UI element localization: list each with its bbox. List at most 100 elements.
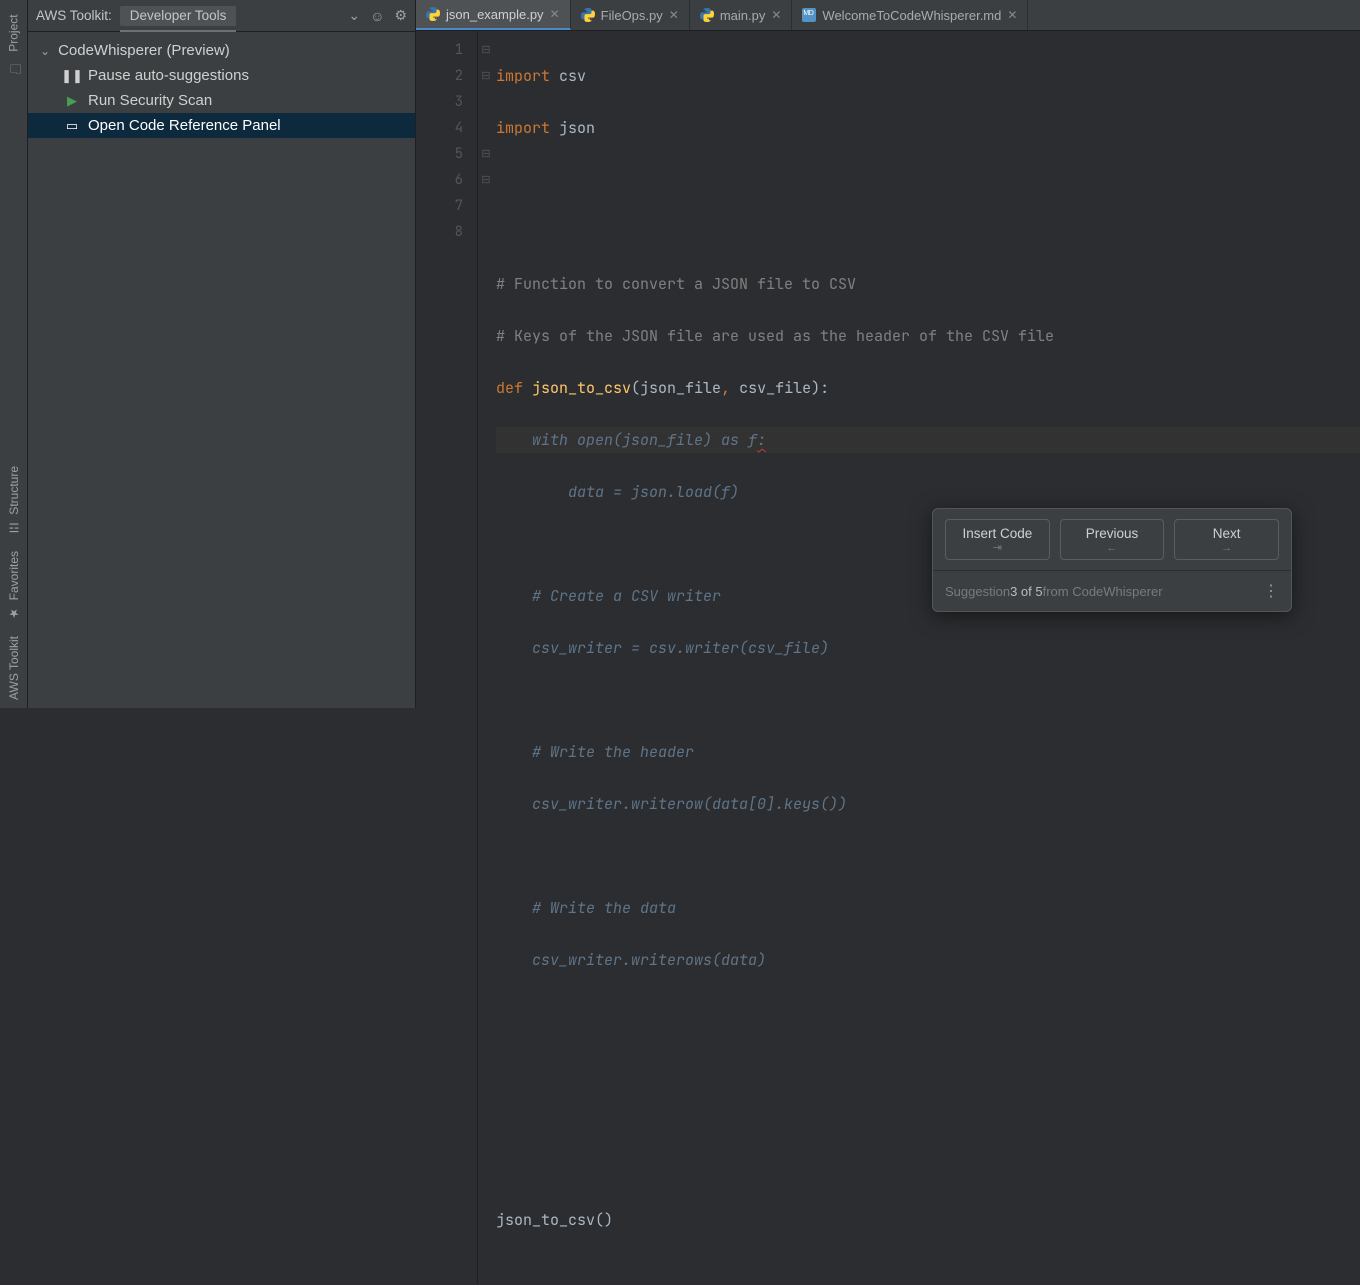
gear-icon[interactable]: ⚙: [394, 7, 407, 24]
rail-favorites-label: Favorites: [7, 551, 21, 600]
markdown-icon: [802, 8, 816, 22]
suggestion-popup: Insert Code ⇥ Previous ← Next → Suggesti…: [932, 508, 1292, 612]
close-icon[interactable]: ✕: [669, 8, 679, 22]
rail-project-label: Project: [7, 14, 21, 51]
code-text: import: [496, 118, 550, 138]
tab-key-icon: ⇥: [950, 542, 1045, 555]
code-text: csv: [550, 66, 586, 86]
code-text: ,: [721, 378, 739, 398]
code-text: ):: [811, 378, 829, 398]
popup-footer: Suggestion 3 of 5 from CodeWhisperer ⋮: [933, 570, 1291, 611]
rail-favorites[interactable]: ★ Favorites: [7, 543, 21, 628]
suggestion-text: csv_writer = csv.writer(csv_file): [496, 638, 829, 658]
rail-toolkit-label: AWS Toolkit: [7, 636, 21, 700]
structure-icon: ☲: [7, 521, 21, 535]
panel-icon: ▭: [64, 118, 80, 134]
tab-fileops[interactable]: FileOps.py ✕: [571, 0, 690, 30]
line-number: 2: [416, 63, 463, 89]
suggestion-text: # Write the header: [496, 742, 694, 762]
fold-icon[interactable]: ⊟: [478, 167, 494, 193]
fold-column: ⊟ ⊟ ⊟ ⊟: [478, 31, 494, 1285]
code-text: json_file: [640, 378, 721, 398]
tab-main[interactable]: main.py ✕: [690, 0, 793, 30]
rail-project[interactable]: 🗀 Project: [3, 6, 24, 86]
close-icon[interactable]: ✕: [550, 7, 560, 21]
suggestion-text: csv_writer.writerows(data): [496, 950, 766, 970]
tab-welcome[interactable]: WelcomeToCodeWhisperer.md ✕: [792, 0, 1028, 30]
smile-icon[interactable]: ☺: [370, 8, 384, 24]
tab-label: FileOps.py: [601, 8, 663, 23]
code-area[interactable]: import csv import json # Function to con…: [494, 31, 1360, 1285]
suggestion-count: 3 of 5: [1010, 584, 1043, 599]
code-text: json_to_csv: [532, 378, 631, 398]
sidebar-title-tab[interactable]: Developer Tools: [120, 6, 237, 26]
code-text: csv_file: [739, 378, 811, 398]
code-text: def: [496, 378, 532, 398]
editor[interactable]: 1 2 3 4 5 6 7 8 ⊟ ⊟ ⊟ ⊟ import csv impor…: [416, 31, 1360, 1285]
sidebar: AWS Toolkit: Developer Tools ⌄ ☺ ⚙ ⌄ Cod…: [28, 0, 416, 708]
tree-root-codewhisperer[interactable]: ⌄ CodeWhisperer (Preview): [28, 38, 415, 63]
code-text: f: [739, 430, 757, 450]
pause-icon: ❚❚: [64, 68, 80, 84]
rail-aws-toolkit[interactable]: AWS Toolkit: [7, 628, 21, 708]
code-text: [496, 430, 532, 450]
close-icon[interactable]: ✕: [771, 8, 781, 22]
tree-item-label: Run Security Scan: [88, 92, 212, 109]
next-button[interactable]: Next →: [1174, 519, 1279, 560]
suggestion-text: # Create a CSV writer: [496, 586, 721, 606]
footer-text: Suggestion: [945, 584, 1010, 599]
code-text: import: [496, 66, 550, 86]
code-text: with: [532, 430, 568, 450]
button-label: Next: [1213, 526, 1241, 541]
code-text: json: [550, 118, 595, 138]
code-text: json_to_csv(): [496, 1210, 613, 1230]
code-comment: # Function to convert a JSON file to CSV: [496, 274, 856, 294]
code-text: (: [631, 378, 640, 398]
previous-button[interactable]: Previous ←: [1060, 519, 1165, 560]
close-icon[interactable]: ✕: [1007, 8, 1017, 22]
footer-text: from CodeWhisperer: [1043, 584, 1163, 599]
tree-item-security-scan[interactable]: ▶ Run Security Scan: [28, 88, 415, 113]
tree: ⌄ CodeWhisperer (Preview) ❚❚ Pause auto-…: [28, 32, 415, 144]
fold-icon[interactable]: ⊟: [478, 141, 494, 167]
gutter: 1 2 3 4 5 6 7 8: [416, 31, 478, 1285]
line-number: 7: [416, 193, 463, 219]
tab-json-example[interactable]: json_example.py ✕: [416, 0, 571, 30]
line-number: 4: [416, 115, 463, 141]
tree-item-pause[interactable]: ❚❚ Pause auto-suggestions: [28, 63, 415, 88]
line-number: 6: [416, 167, 463, 193]
star-icon: ★: [7, 606, 21, 620]
arrow-right-icon: →: [1179, 542, 1274, 555]
sidebar-header: AWS Toolkit: Developer Tools ⌄ ☺ ⚙: [28, 0, 415, 32]
folder-icon: 🗀: [3, 57, 24, 77]
fold-icon[interactable]: ⊟: [478, 63, 494, 89]
insert-code-button[interactable]: Insert Code ⇥: [945, 519, 1050, 560]
code-comment: # Keys of the JSON file are used as the …: [496, 326, 1054, 346]
chevron-down-icon: ⌄: [40, 44, 50, 58]
code-text: open(json_file): [568, 430, 721, 450]
tree-item-label: Pause auto-suggestions: [88, 67, 249, 84]
kebab-menu-icon[interactable]: ⋮: [1263, 581, 1279, 601]
rail-structure[interactable]: ☲ Structure: [7, 458, 21, 543]
line-number: 3: [416, 89, 463, 115]
main: json_example.py ✕ FileOps.py ✕ main.py ✕…: [416, 0, 1360, 708]
line-number: 1: [416, 37, 463, 63]
chevron-down-icon[interactable]: ⌄: [348, 7, 360, 24]
line-number: 5: [416, 141, 463, 167]
tree-item-label: Open Code Reference Panel: [88, 117, 281, 134]
python-icon: [426, 7, 440, 21]
python-icon: [581, 8, 595, 22]
tree-item-reference-panel[interactable]: ▭ Open Code Reference Panel: [28, 113, 415, 138]
suggestion-text: data = json.load(f): [496, 482, 739, 502]
tab-label: main.py: [720, 8, 766, 23]
code-text: as: [721, 430, 739, 450]
play-icon: ▶: [64, 93, 80, 109]
editor-tabs: json_example.py ✕ FileOps.py ✕ main.py ✕…: [416, 0, 1360, 31]
sidebar-title-prefix: AWS Toolkit:: [36, 8, 112, 23]
arrow-left-icon: ←: [1065, 542, 1160, 555]
fold-icon[interactable]: ⊟: [478, 37, 494, 63]
python-icon: [700, 8, 714, 22]
tab-label: json_example.py: [446, 7, 544, 22]
suggestion-text: csv_writer.writerow(data[0].keys()): [496, 794, 847, 814]
tool-rail: 🗀 Project ☲ Structure ★ Favorites AWS To…: [0, 0, 28, 708]
